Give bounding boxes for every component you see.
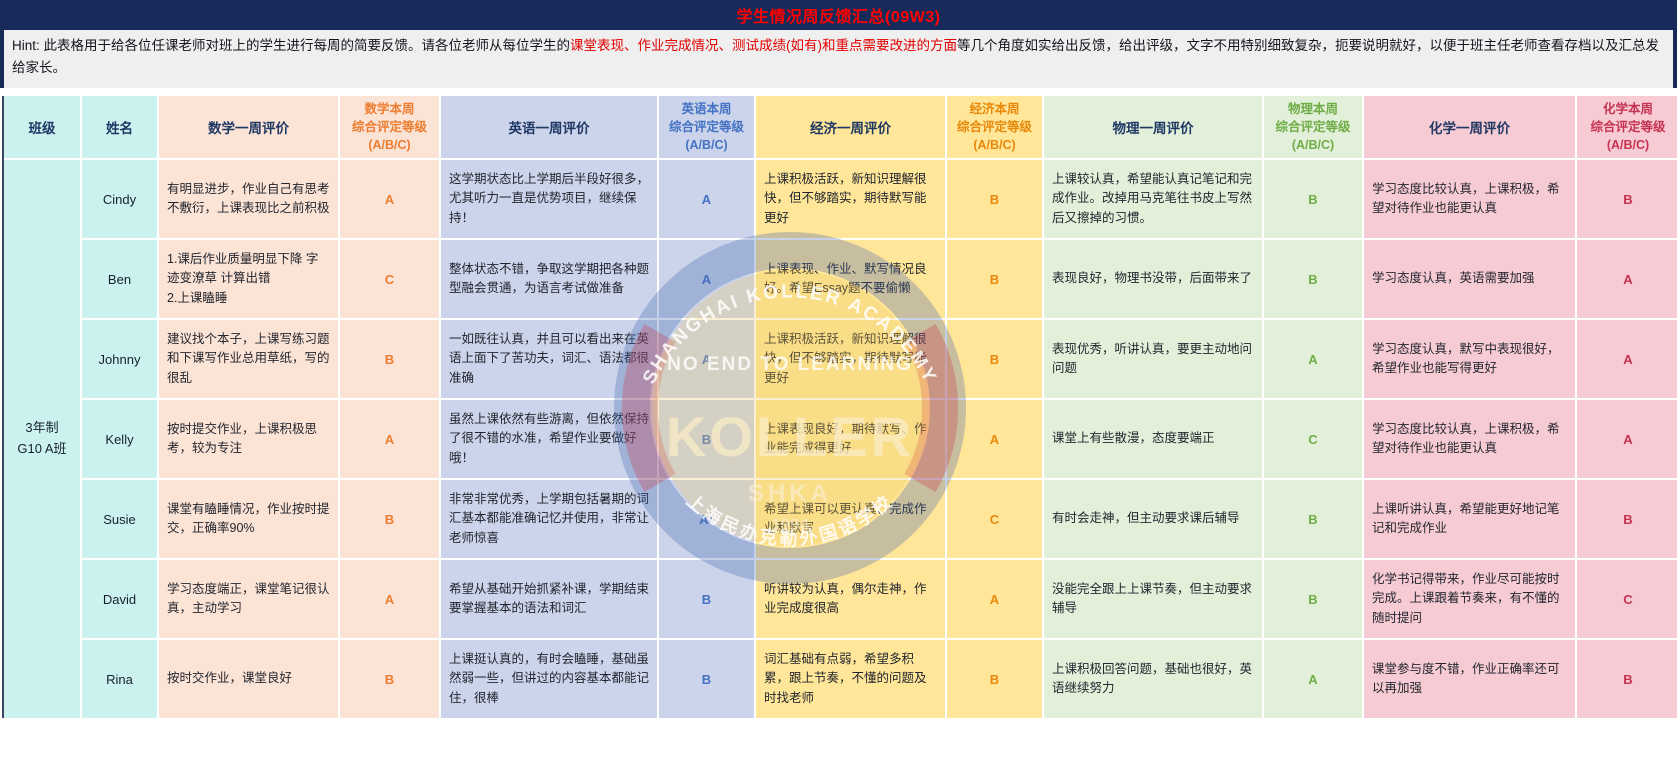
math-grade-cell[interactable]: B <box>340 320 439 398</box>
phy-grade-cell[interactable]: B <box>1264 480 1362 558</box>
econ-comment-cell[interactable]: 词汇基础有点弱，希望多积累，跟上节奏，不懂的问题及时找老师 <box>756 640 945 718</box>
title-bar: 学生情况周反馈汇总(09W3) <box>0 0 1677 30</box>
econ-grade-cell[interactable]: A <box>947 400 1042 478</box>
math-grade-cell[interactable]: A <box>340 160 439 238</box>
phy-grade-cell[interactable]: A <box>1264 320 1362 398</box>
econ-grade-cell[interactable]: B <box>947 240 1042 318</box>
student-name-cell[interactable]: Rina <box>82 640 157 718</box>
col-header-physics-eval[interactable]: 物理一周评价 <box>1044 96 1262 158</box>
eng-grade-cell[interactable]: B <box>659 640 754 718</box>
spacer <box>0 88 1677 96</box>
phy-comment-cell[interactable]: 有时会走神，但主动要求课后辅导 <box>1044 480 1262 558</box>
chem-grade-cell[interactable]: A <box>1577 320 1677 398</box>
hint-banner: Hint: 此表格用于给各位任课老师对班上的学生进行每周的简要反馈。请各位老师从… <box>0 30 1677 88</box>
econ-comment-cell[interactable]: 上课积极活跃，新知识理解很快，但不够踏实，期待默写能更好 <box>756 160 945 238</box>
phy-grade-cell[interactable]: B <box>1264 240 1362 318</box>
eng-comment-cell[interactable]: 这学期状态比上学期后半段好很多，尤其听力一直是优势项目，继续保持！ <box>441 160 657 238</box>
chem-comment-cell[interactable]: 学习态度比较认真，上课积极，希望对待作业也能更认真 <box>1364 160 1575 238</box>
chem-comment-cell[interactable]: 学习态度比较认真，上课积极，希望对待作业也能更认真 <box>1364 400 1575 478</box>
math-comment-cell[interactable]: 学习态度端正，课堂笔记很认真，主动学习 <box>159 560 338 638</box>
eng-grade-cell[interactable]: B <box>659 560 754 638</box>
eng-grade-cell[interactable]: B <box>659 400 754 478</box>
student-name-cell[interactable]: David <box>82 560 157 638</box>
econ-grade-cell[interactable]: B <box>947 640 1042 718</box>
math-grade-cell[interactable]: C <box>340 240 439 318</box>
phy-grade-cell[interactable]: C <box>1264 400 1362 478</box>
col-header-math-grade[interactable]: 数学本周 综合评定等级 (A/B/C) <box>340 96 439 158</box>
student-name-cell[interactable]: Cindy <box>82 160 157 238</box>
econ-grade-cell[interactable]: C <box>947 480 1042 558</box>
math-comment-cell[interactable]: 课堂有瞌睡情况，作业按时提交，正确率90% <box>159 480 338 558</box>
econ-comment-cell[interactable]: 上课表现良好，期待默写、作业能完成得更好 <box>756 400 945 478</box>
col-header-physics-grade[interactable]: 物理本周 综合评定等级 (A/B/C) <box>1264 96 1362 158</box>
chem-grade-cell[interactable]: A <box>1577 240 1677 318</box>
math-grade-cell[interactable]: A <box>340 400 439 478</box>
chem-comment-cell[interactable]: 学习态度认真，默写中表现很好，希望作业也能写得更好 <box>1364 320 1575 398</box>
eng-comment-cell[interactable]: 上课挺认真的，有时会瞌睡，基础虽然弱一些，但讲过的内容基本都能记住，很棒 <box>441 640 657 718</box>
student-name-cell[interactable]: Kelly <box>82 400 157 478</box>
econ-comment-cell[interactable]: 听讲较为认真，偶尔走神，作业完成度很高 <box>756 560 945 638</box>
student-name-cell[interactable]: Johnny <box>82 320 157 398</box>
phy-comment-cell[interactable]: 表现良好，物理书没带，后面带来了 <box>1044 240 1262 318</box>
phy-grade-cell[interactable]: A <box>1264 640 1362 718</box>
econ-grade-cell[interactable]: B <box>947 320 1042 398</box>
phy-grade-cell[interactable]: B <box>1264 160 1362 238</box>
student-name-cell[interactable]: Ben <box>82 240 157 318</box>
hint-text-highlight: 课堂表现、作业完成情况、测试成绩(如有)和重点需要改进的方面 <box>570 38 957 53</box>
phy-grade-cell[interactable]: B <box>1264 560 1362 638</box>
col-header-english-eval[interactable]: 英语一周评价 <box>441 96 657 158</box>
math-comment-cell[interactable]: 建议找个本子，上课写练习题和下课写作业总用草纸，写的很乱 <box>159 320 338 398</box>
col-header-class[interactable]: 班级 <box>4 96 80 158</box>
chem-grade-cell[interactable]: B <box>1577 640 1677 718</box>
phy-comment-cell[interactable]: 上课较认真，希望能认真记笔记和完成作业。改掉用马克笔往书皮上写然后又擦掉的习惯。 <box>1044 160 1262 238</box>
eng-comment-cell[interactable]: 虽然上课依然有些游离，但依然保持了很不错的水准，希望作业要做好哦！ <box>441 400 657 478</box>
chem-grade-cell[interactable]: B <box>1577 480 1677 558</box>
phy-comment-cell[interactable]: 上课积极回答问题，基础也很好，英语继续努力 <box>1044 640 1262 718</box>
chem-grade-cell[interactable]: B <box>1577 160 1677 238</box>
chem-grade-cell[interactable]: A <box>1577 400 1677 478</box>
eng-grade-cell[interactable]: A <box>659 240 754 318</box>
math-grade-cell[interactable]: B <box>340 640 439 718</box>
eng-comment-cell[interactable]: 一如既往认真，并且可以看出来在英语上面下了苦功夫，词汇、语法都很准确 <box>441 320 657 398</box>
eng-comment-cell[interactable]: 非常非常优秀，上学期包括暑期的词汇基本都能准确记忆并使用，非常让老师惊喜 <box>441 480 657 558</box>
math-grade-cell[interactable]: B <box>340 480 439 558</box>
chem-comment-cell[interactable]: 化学书记得带来，作业尽可能按时完成。上课跟着节奏来，有不懂的随时提问 <box>1364 560 1575 638</box>
col-header-economics-eval[interactable]: 经济一周评价 <box>756 96 945 158</box>
col-header-english-grade[interactable]: 英语本周 综合评定等级 (A/B/C) <box>659 96 754 158</box>
math-grade-cell[interactable]: A <box>340 560 439 638</box>
math-comment-cell[interactable]: 1.课后作业质量明显下降 字迹变潦草 计算出错 2.上课瞌睡 <box>159 240 338 318</box>
class-cell[interactable]: 3年制 G10 A班 <box>4 160 80 718</box>
phy-comment-cell[interactable]: 没能完全跟上上课节奏，但主动要求辅导 <box>1044 560 1262 638</box>
econ-comment-cell[interactable]: 上课表现、作业、默写情况良好。希望Essay题不要偷懒 <box>756 240 945 318</box>
eng-grade-cell[interactable]: A <box>659 320 754 398</box>
eng-comment-cell[interactable]: 希望从基础开始抓紧补课，学期结束要掌握基本的语法和词汇 <box>441 560 657 638</box>
eng-grade-cell[interactable]: A <box>659 160 754 238</box>
chem-comment-cell[interactable]: 学习态度认真，英语需要加强 <box>1364 240 1575 318</box>
math-comment-cell[interactable]: 按时交作业，课堂良好 <box>159 640 338 718</box>
col-header-math-eval[interactable]: 数学一周评价 <box>159 96 338 158</box>
math-comment-cell[interactable]: 按时提交作业，上课积极思考，较为专注 <box>159 400 338 478</box>
student-name-cell[interactable]: Susie <box>82 480 157 558</box>
econ-grade-cell[interactable]: A <box>947 560 1042 638</box>
eng-grade-cell[interactable]: A* <box>659 480 754 558</box>
page-title: 学生情况周反馈汇总(09W3) <box>737 3 941 27</box>
feedback-table: 班级 姓名 数学一周评价 数学本周 综合评定等级 (A/B/C) 英语一周评价 … <box>2 96 1659 718</box>
eng-comment-cell[interactable]: 整体状态不错，争取这学期把各种题型融会贯通，为语言考试做准备 <box>441 240 657 318</box>
econ-comment-cell[interactable]: 希望上课可以更认真、完成作业和默写 <box>756 480 945 558</box>
col-header-name[interactable]: 姓名 <box>82 96 157 158</box>
math-comment-cell[interactable]: 有明显进步，作业自己有思考不敷衍，上课表现比之前积极 <box>159 160 338 238</box>
econ-comment-cell[interactable]: 上课积极活跃，新知识理解很快，但不够踏实，期待默写能更好 <box>756 320 945 398</box>
chem-grade-cell[interactable]: C <box>1577 560 1677 638</box>
phy-comment-cell[interactable]: 课堂上有些散漫，态度要端正 <box>1044 400 1262 478</box>
chem-comment-cell[interactable]: 上课听讲认真，希望能更好地记笔记和完成作业 <box>1364 480 1575 558</box>
col-header-economics-grade[interactable]: 经济本周 综合评定等级 (A/B/C) <box>947 96 1042 158</box>
chem-comment-cell[interactable]: 课堂参与度不错，作业正确率还可以再加强 <box>1364 640 1575 718</box>
hint-text-prefix: Hint: 此表格用于给各位任课老师对班上的学生进行每周的简要反馈。请各位老师从… <box>12 38 570 53</box>
col-header-chemistry-grade[interactable]: 化学本周 综合评定等级 (A/B/C) <box>1577 96 1677 158</box>
col-header-chemistry-eval[interactable]: 化学一周评价 <box>1364 96 1575 158</box>
econ-grade-cell[interactable]: B <box>947 160 1042 238</box>
phy-comment-cell[interactable]: 表现优秀，听讲认真，要更主动地问问题 <box>1044 320 1262 398</box>
